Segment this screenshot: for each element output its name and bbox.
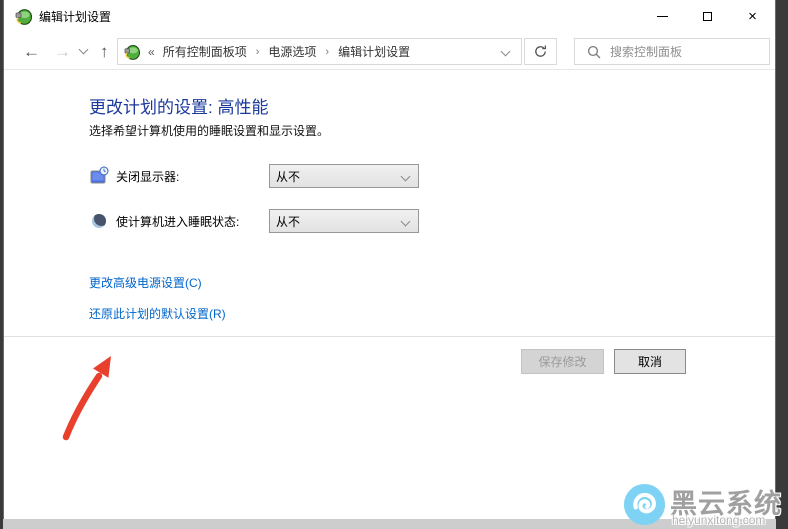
sleep-value: 从不 xyxy=(276,213,300,230)
display-off-value: 从不 xyxy=(276,168,300,185)
change-advanced-power-settings-link[interactable]: 更改高级电源设置(C) xyxy=(89,274,202,291)
restore-default-settings-link[interactable]: 还原此计划的默认设置(R) xyxy=(89,305,226,322)
address-dropdown-button[interactable] xyxy=(490,39,521,64)
display-off-dropdown[interactable]: 从不 xyxy=(269,164,419,188)
red-arrow-annotation xyxy=(49,349,134,449)
close-icon: × xyxy=(748,9,757,24)
chevron-down-icon xyxy=(401,217,411,227)
power-options-icon xyxy=(124,44,140,60)
sleep-label: 使计算机进入睡眠状态: xyxy=(116,213,266,230)
sleep-dropdown[interactable]: 从不 xyxy=(269,209,419,233)
titlebar: 编辑计划设置 × xyxy=(4,0,775,32)
button-area-separator xyxy=(4,336,775,337)
search-input[interactable] xyxy=(610,45,750,59)
address-bar[interactable]: « 所有控制面板项 › 电源选项 › 编辑计划设置 xyxy=(117,38,522,65)
display-off-label: 关闭显示器: xyxy=(116,168,266,185)
display-off-setting-row: 关闭显示器: 从不 xyxy=(89,166,266,186)
display-timeout-icon xyxy=(89,166,109,186)
edit-plan-settings-window: 编辑计划设置 × ← → ↑ « 所有控制面板项 › 电源选项 › xyxy=(3,0,776,519)
power-options-icon xyxy=(15,8,32,25)
recent-pages-chevron-icon[interactable] xyxy=(79,45,89,55)
breadcrumb-all-control-panel-items[interactable]: 所有控制面板项 xyxy=(161,43,249,60)
page-title: 更改计划的设置: 高性能 xyxy=(89,93,268,118)
search-box xyxy=(574,38,770,65)
cloud-logo-icon xyxy=(622,482,667,527)
watermark: 黑云系统 heiyunxitong.com xyxy=(620,480,788,529)
search-icon xyxy=(587,45,601,59)
close-button[interactable]: × xyxy=(730,0,775,32)
breadcrumb-edit-plan-settings[interactable]: 编辑计划设置 xyxy=(336,43,412,60)
breadcrumb-separator-icon: › xyxy=(256,46,260,58)
minimize-button[interactable] xyxy=(640,0,685,32)
navigation-toolbar: ← → ↑ « 所有控制面板项 › 电源选项 › 编辑计划设置 xyxy=(4,32,775,70)
maximize-icon xyxy=(703,12,712,21)
maximize-button[interactable] xyxy=(685,0,730,32)
main-content: 更改计划的设置: 高性能 选择希望计算机使用的睡眠设置和显示设置。 关闭显示器:… xyxy=(4,71,775,519)
refresh-button[interactable] xyxy=(524,38,557,65)
breadcrumb-overflow-icon[interactable]: « xyxy=(148,45,155,59)
breadcrumb-power-options[interactable]: 电源选项 xyxy=(266,43,318,60)
up-button[interactable]: ↑ xyxy=(93,43,116,60)
chevron-down-icon xyxy=(501,47,511,57)
minimize-icon xyxy=(657,16,668,17)
cancel-button[interactable]: 取消 xyxy=(614,349,686,374)
refresh-icon xyxy=(533,44,548,59)
save-changes-button[interactable]: 保存修改 xyxy=(521,349,604,374)
sleep-setting-row: 使计算机进入睡眠状态: 从不 xyxy=(89,211,266,231)
page-subtitle: 选择希望计算机使用的睡眠设置和显示设置。 xyxy=(89,122,329,139)
back-button[interactable]: ← xyxy=(16,43,47,60)
breadcrumb-separator-icon: › xyxy=(325,46,329,58)
chevron-down-icon xyxy=(401,172,411,182)
forward-button[interactable]: → xyxy=(47,43,78,60)
watermark-site-url: heiyunxitong.com xyxy=(672,513,765,527)
sleep-icon xyxy=(89,211,109,231)
window-title: 编辑计划设置 xyxy=(39,8,111,25)
